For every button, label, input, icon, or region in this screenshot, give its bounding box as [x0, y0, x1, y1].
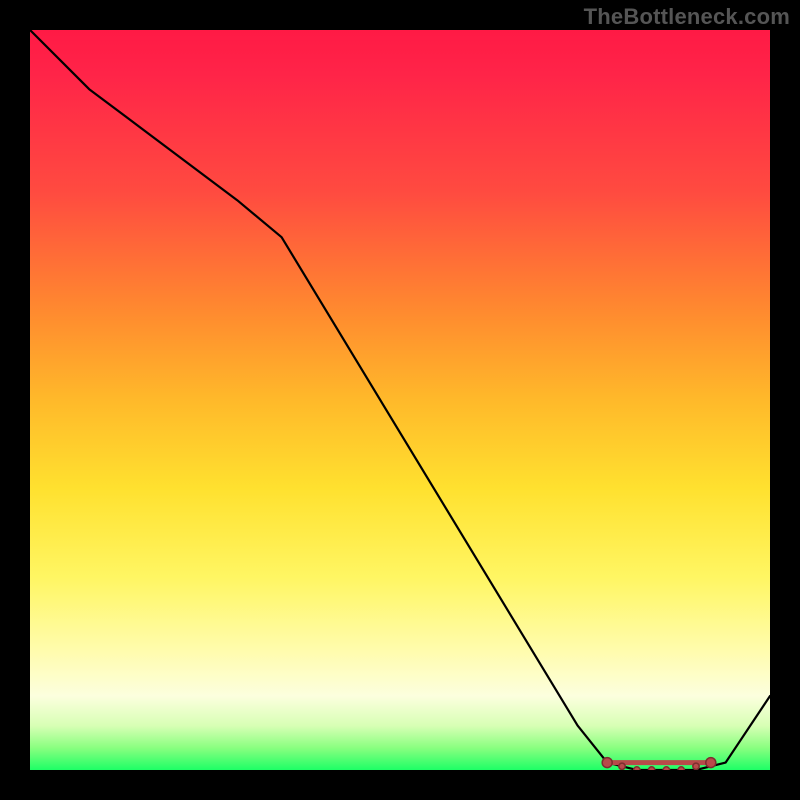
sweet-spot-markers [602, 758, 716, 770]
sweet-spot-dot [693, 763, 699, 769]
sweet-spot-dot [706, 758, 716, 768]
bottleneck-curve [30, 30, 770, 770]
plot-area [30, 30, 770, 770]
sweet-spot-dot [634, 767, 640, 770]
sweet-spot-dot [678, 767, 684, 770]
sweet-spot-dot [619, 763, 625, 769]
sweet-spot-dot [648, 767, 654, 770]
watermark-text: TheBottleneck.com [584, 4, 790, 30]
sweet-spot-dot [602, 758, 612, 768]
sweet-spot-dot [663, 767, 669, 770]
chart-overlay [30, 30, 770, 770]
chart-frame: TheBottleneck.com [0, 0, 800, 800]
